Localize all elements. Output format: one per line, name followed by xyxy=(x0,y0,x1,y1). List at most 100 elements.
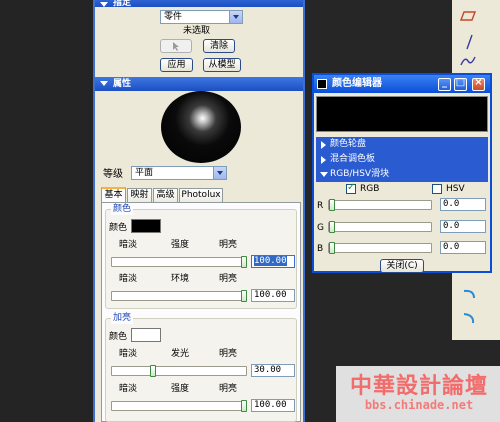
line-icon[interactable] xyxy=(464,34,476,50)
intensity-input[interactable]: 100.00 xyxy=(251,255,295,268)
spec-section-title: 指定 xyxy=(113,0,132,8)
spec-section-header[interactable]: 指定 xyxy=(95,0,303,8)
spline-icon[interactable] xyxy=(460,55,476,67)
close-button[interactable]: 关闭(C) xyxy=(380,259,424,273)
close-icon: × xyxy=(474,77,483,88)
color-label: 颜色 xyxy=(109,223,128,233)
dialog-title: 颜色编辑器 xyxy=(332,78,382,89)
tab-basic[interactable]: 基本 xyxy=(101,187,126,202)
rgb-hsv-label: RGB/HSV滑块 xyxy=(330,169,390,179)
glow-slider-thumb[interactable] xyxy=(150,365,156,377)
grade-select-value: 平面 xyxy=(135,168,154,178)
rgb-checkbox[interactable] xyxy=(346,182,356,194)
r-value-input[interactable]: 0.0 xyxy=(440,198,486,211)
collapse-icon xyxy=(100,2,108,7)
from-model-button[interactable]: 从模型 xyxy=(203,58,241,72)
dim-label: 暗淡 xyxy=(119,349,138,359)
hsv-checkbox[interactable] xyxy=(432,184,442,194)
round-icon[interactable] xyxy=(462,312,476,324)
dim-label: 暗淡 xyxy=(119,240,138,250)
g-value-input[interactable]: 0.0 xyxy=(440,220,486,233)
dim-label: 暗淡 xyxy=(119,384,138,394)
watermark: 中華設計論壇 bbs.chinade.net xyxy=(336,366,500,422)
round-icon[interactable] xyxy=(462,288,476,300)
color-editor-dialog: 颜色编辑器 _ □ × 颜色轮盘 混合调色板 RGB/HSV滑块 RGB HSV… xyxy=(312,73,492,273)
g-slider-thumb[interactable] xyxy=(329,221,335,233)
minimize-icon: _ xyxy=(442,77,447,88)
highlight-intensity-slider-track[interactable] xyxy=(111,401,247,411)
color-group-title: 颜色 xyxy=(111,204,134,215)
b-slider-track[interactable] xyxy=(328,243,432,253)
b-slider-thumb[interactable] xyxy=(329,242,335,254)
highlight-intensity-input[interactable]: 100.00 xyxy=(251,399,295,412)
intensity-value: 100.00 xyxy=(254,256,287,266)
select-arrow-button[interactable] xyxy=(160,39,192,53)
intensity-slider-track[interactable] xyxy=(111,257,247,267)
part-select-value: 零件 xyxy=(164,12,183,22)
intensity-slider-thumb[interactable] xyxy=(241,256,247,268)
blend-palette-section[interactable]: 混合调色板 xyxy=(316,152,488,167)
tab-photolux[interactable]: Photolux xyxy=(179,188,223,202)
collapse-icon xyxy=(100,81,108,86)
watermark-url: bbs.chinade.net xyxy=(364,398,474,412)
highlight-intensity-slider-thumb[interactable] xyxy=(241,400,247,412)
viewport-left xyxy=(0,0,93,422)
bright-label: 明亮 xyxy=(219,240,238,250)
color-wheel-section[interactable]: 颜色轮盘 xyxy=(316,137,488,152)
grade-select[interactable]: 平面 xyxy=(131,166,227,180)
ambient-label: 环境 xyxy=(171,274,190,284)
ambient-input[interactable]: 100.00 xyxy=(251,289,295,302)
channel-b-label: B xyxy=(317,244,324,254)
dim-label: 暗淡 xyxy=(119,274,138,284)
props-section-title: 属性 xyxy=(113,79,132,89)
parallelogram-icon[interactable] xyxy=(460,10,476,22)
clear-button[interactable]: 清除 xyxy=(203,39,235,53)
app-icon xyxy=(317,79,327,89)
preview-area xyxy=(95,91,303,165)
selection-status: 未选取 xyxy=(183,26,211,36)
color-preview xyxy=(316,96,488,132)
glow-input[interactable]: 30.00 xyxy=(251,364,295,377)
tab-mapping[interactable]: 映射 xyxy=(127,188,152,202)
b-value-input[interactable]: 0.0 xyxy=(440,241,486,254)
r-slider-thumb[interactable] xyxy=(329,199,335,211)
rgb-hsv-section[interactable]: RGB/HSV滑块 xyxy=(316,167,488,182)
glow-slider-track[interactable] xyxy=(111,366,247,376)
color-swatch[interactable] xyxy=(131,219,161,233)
close-window-button[interactable]: × xyxy=(472,77,485,91)
tab-advanced[interactable]: 高级 xyxy=(153,188,178,202)
intensity-label: 强度 xyxy=(171,240,190,250)
chevron-down-icon xyxy=(213,167,226,179)
expand-icon xyxy=(321,141,326,149)
glow-label: 发光 xyxy=(171,349,190,359)
r-slider-track[interactable] xyxy=(328,200,432,210)
grade-label: 等级 xyxy=(103,169,123,180)
collapse-icon xyxy=(320,172,328,177)
maximize-button[interactable]: □ xyxy=(454,77,467,91)
part-select[interactable]: 零件 xyxy=(160,10,243,24)
intensity-label: 强度 xyxy=(171,384,190,394)
appearance-panel: 指定 零件 未选取 清除 应用 从模型 属性 等级 平面 基本 映射 高级 Ph… xyxy=(93,0,305,422)
color-label: 颜色 xyxy=(109,332,128,342)
color-wheel-label: 颜色轮盘 xyxy=(330,139,367,149)
material-preview-sphere xyxy=(161,91,241,163)
highlight-color-swatch[interactable] xyxy=(131,328,161,342)
ambient-slider-thumb[interactable] xyxy=(241,290,247,302)
minimize-button[interactable]: _ xyxy=(438,77,451,91)
props-section-header[interactable]: 属性 xyxy=(95,77,303,91)
cursor-arrow-icon xyxy=(173,42,179,51)
expand-icon xyxy=(321,156,326,164)
bright-label: 明亮 xyxy=(219,384,238,394)
apply-button[interactable]: 应用 xyxy=(160,58,193,72)
bright-label: 明亮 xyxy=(219,274,238,284)
hsv-label: HSV xyxy=(446,184,465,194)
watermark-title: 中華設計論壇 xyxy=(349,373,488,399)
g-slider-track[interactable] xyxy=(328,222,432,232)
chevron-down-icon xyxy=(229,11,242,23)
ambient-slider-track[interactable] xyxy=(111,291,247,301)
channel-r-label: R xyxy=(317,201,324,211)
bright-label: 明亮 xyxy=(219,349,238,359)
channel-g-label: G xyxy=(317,223,324,233)
highlight-group-title: 加亮 xyxy=(111,313,134,324)
rgb-label: RGB xyxy=(360,184,380,194)
